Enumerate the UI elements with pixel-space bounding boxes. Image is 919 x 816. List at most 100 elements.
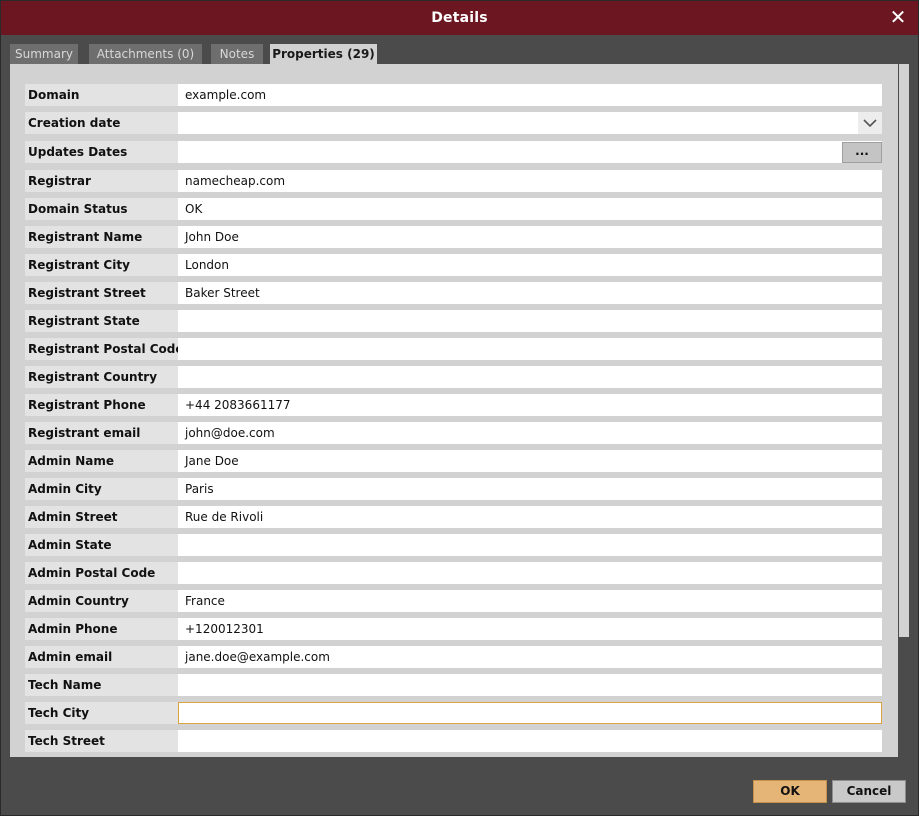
property-label-domain-status: Domain Status (25, 198, 178, 220)
property-field-domain-status[interactable]: OK (178, 198, 882, 220)
property-row-admin-street: Admin Street Rue de Rivoli (25, 506, 882, 528)
property-row-registrant-state: Registrant State (25, 310, 882, 332)
cancel-button[interactable]: Cancel (832, 780, 906, 803)
property-field-registrar[interactable]: namecheap.com (178, 170, 882, 192)
property-row-tech-street: Tech Street (25, 730, 882, 752)
property-value-registrant-street: Baker Street (185, 286, 260, 300)
property-label-admin-name: Admin Name (25, 450, 178, 472)
property-field-updates-dates[interactable]: ... (178, 141, 882, 163)
tab-attachments[interactable]: Attachments (0) (89, 44, 202, 65)
close-icon: ✕ (889, 5, 907, 29)
property-row-updates-dates: Updates Dates... (25, 141, 882, 163)
property-value-registrant-email: john@doe.com (185, 426, 275, 440)
property-row-domain-status: Domain Status OK (25, 198, 882, 220)
property-label-creation-date: Creation date (25, 112, 178, 134)
date-dropdown-button[interactable] (858, 112, 882, 134)
chevron-down-icon (863, 119, 877, 128)
property-label-admin-city: Admin City (25, 478, 178, 500)
property-label-tech-street: Tech Street (25, 730, 178, 752)
property-row-admin-email: Admin email jane.doe@example.com (25, 646, 882, 668)
property-row-registrant-postal-code: Registrant Postal Code (25, 338, 882, 360)
property-label-registrant-city: Registrant City (25, 254, 178, 276)
property-field-admin-name[interactable]: Jane Doe (178, 450, 882, 472)
property-row-admin-name: Admin Name Jane Doe (25, 450, 882, 472)
details-dialog: Details ✕ Summary Attachments (0) Notes … (0, 0, 919, 816)
tab-notes[interactable]: Notes (211, 44, 263, 65)
tab-properties[interactable]: Properties (29) (270, 44, 377, 65)
property-row-tech-name: Tech Name (25, 674, 882, 696)
property-field-registrant-email[interactable]: john@doe.com (178, 422, 882, 444)
property-value-registrant-city: London (185, 258, 229, 272)
property-field-tech-street[interactable] (178, 730, 882, 752)
property-row-registrar: Registrar namecheap.com (25, 170, 882, 192)
property-row-admin-postal-code: Admin Postal Code (25, 562, 882, 584)
property-label-registrant-postal-code: Registrant Postal Code (25, 338, 178, 360)
tab-summary[interactable]: Summary (10, 44, 78, 65)
property-label-registrant-state: Registrant State (25, 310, 178, 332)
property-label-updates-dates: Updates Dates (25, 141, 178, 163)
property-label-registrant-phone: Registrant Phone (25, 394, 178, 416)
property-label-admin-state: Admin State (25, 534, 178, 556)
property-label-registrant-country: Registrant Country (25, 366, 178, 388)
property-label-registrant-name: Registrant Name (25, 226, 178, 248)
property-row-registrant-country: Registrant Country (25, 366, 882, 388)
property-row-admin-phone: Admin Phone +120012301 (25, 618, 882, 640)
property-field-admin-phone[interactable]: +120012301 (178, 618, 882, 640)
properties-panel: Domain example.com Creation date Updates Da… (10, 64, 910, 757)
property-field-tech-city[interactable] (178, 702, 882, 724)
property-label-tech-name: Tech Name (25, 674, 178, 696)
property-field-domain[interactable]: example.com (178, 84, 882, 106)
title-bar: Details ✕ (1, 1, 918, 35)
property-field-admin-street[interactable]: Rue de Rivoli (178, 506, 882, 528)
property-row-domain: Domain example.com (25, 84, 882, 106)
property-label-registrant-email: Registrant email (25, 422, 178, 444)
property-value-admin-city: Paris (185, 482, 214, 496)
property-row-registrant-email: Registrant email john@doe.com (25, 422, 882, 444)
property-value-admin-name: Jane Doe (185, 454, 239, 468)
property-value-registrant-phone: +44 2083661177 (185, 398, 291, 412)
property-field-registrant-phone[interactable]: +44 2083661177 (178, 394, 882, 416)
property-value-admin-street: Rue de Rivoli (185, 510, 264, 524)
property-field-admin-city[interactable]: Paris (178, 478, 882, 500)
property-value-admin-email: jane.doe@example.com (185, 650, 330, 664)
property-field-registrant-country[interactable] (178, 366, 882, 388)
property-row-creation-date: Creation date (25, 112, 882, 134)
close-button[interactable]: ✕ (888, 7, 908, 27)
property-field-admin-country[interactable]: France (178, 590, 882, 612)
property-row-admin-city: Admin City Paris (25, 478, 882, 500)
property-row-registrant-name: Registrant Name John Doe (25, 226, 882, 248)
property-value-domain-status: OK (185, 202, 203, 216)
property-field-registrant-state[interactable] (178, 310, 882, 332)
property-label-registrant-street: Registrant Street (25, 282, 178, 304)
property-label-admin-postal-code: Admin Postal Code (25, 562, 178, 584)
ellipsis-button[interactable]: ... (842, 142, 882, 163)
property-row-registrant-phone: Registrant Phone +44 2083661177 (25, 394, 882, 416)
property-value-domain: example.com (185, 88, 267, 102)
property-value-admin-country: France (185, 594, 225, 608)
property-field-admin-email[interactable]: jane.doe@example.com (178, 646, 882, 668)
property-row-admin-state: Admin State (25, 534, 882, 556)
property-row-registrant-street: Registrant Street Baker Street (25, 282, 882, 304)
scrollbar-thumb[interactable] (899, 64, 909, 637)
property-value-admin-phone: +120012301 (185, 622, 264, 636)
property-value-registrant-name: John Doe (185, 230, 239, 244)
property-field-tech-name[interactable] (178, 674, 882, 696)
property-field-registrant-postal-code[interactable] (178, 338, 882, 360)
property-row-tech-city: Tech City (25, 702, 882, 724)
property-label-registrar: Registrar (25, 170, 178, 192)
property-row-registrant-city: Registrant City London (25, 254, 882, 276)
property-field-registrant-name[interactable]: John Doe (178, 226, 882, 248)
property-label-admin-street: Admin Street (25, 506, 178, 528)
ok-button[interactable]: OK (753, 780, 827, 803)
property-row-admin-country: Admin Country France (25, 590, 882, 612)
property-field-creation-date[interactable] (178, 112, 882, 134)
property-field-admin-state[interactable] (178, 534, 882, 556)
property-label-domain: Domain (25, 84, 178, 106)
property-label-admin-country: Admin Country (25, 590, 178, 612)
property-field-registrant-city[interactable]: London (178, 254, 882, 276)
property-label-admin-phone: Admin Phone (25, 618, 178, 640)
dialog-title: Details (431, 10, 488, 26)
property-field-registrant-street[interactable]: Baker Street (178, 282, 882, 304)
property-label-tech-city: Tech City (25, 702, 178, 724)
property-field-admin-postal-code[interactable] (178, 562, 882, 584)
